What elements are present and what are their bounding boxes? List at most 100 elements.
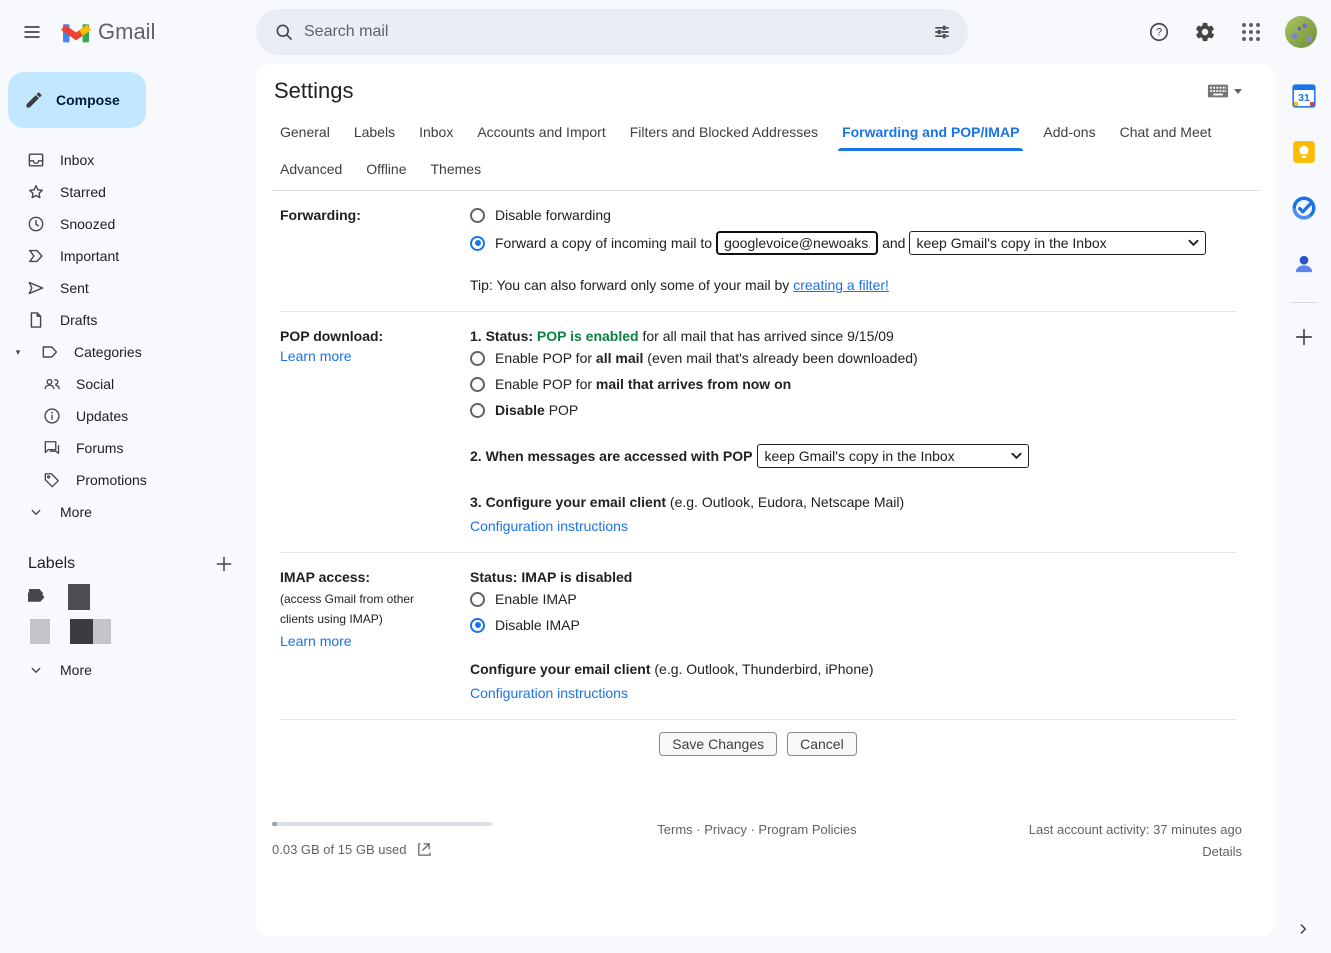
draft-icon [26, 310, 46, 330]
create-label-button[interactable] [214, 554, 234, 574]
tab-labels[interactable]: Labels [346, 114, 403, 151]
tasks-app-button[interactable] [1284, 188, 1324, 228]
search-bar[interactable] [256, 9, 968, 55]
tab-add-ons[interactable]: Add-ons [1035, 114, 1103, 151]
imap-configuration-instructions-link[interactable]: Configuration instructions [470, 683, 628, 703]
sidebar-item-forums[interactable]: Forums [0, 432, 256, 464]
categories-expand-icon[interactable]: ▾ [10, 347, 26, 358]
sidebar-item-drafts[interactable]: Drafts [0, 304, 256, 336]
sidebar-item-sent[interactable]: Sent [0, 272, 256, 304]
tab-themes[interactable]: Themes [423, 151, 490, 188]
tab-inbox[interactable]: Inbox [411, 114, 461, 151]
search-options-button[interactable] [922, 12, 962, 52]
radio-checked-icon [470, 236, 485, 251]
account-activity: Last account activity: 37 minutes ago De… [919, 818, 1242, 859]
sidebar-item-label: Important [60, 248, 119, 264]
input-tools-selector[interactable] [1207, 83, 1242, 99]
pop-enable-now-option[interactable]: Enable POP for mail that arrives from no… [470, 374, 1236, 394]
chevron-right-icon [1296, 922, 1310, 936]
chevron-down-icon [26, 502, 46, 522]
imap-learn-more-link[interactable]: Learn more [280, 633, 352, 649]
sidebar-item-important[interactable]: Important [0, 240, 256, 272]
svg-text:31: 31 [1298, 93, 1310, 104]
gear-icon [1194, 21, 1216, 43]
google-apps-button[interactable] [1231, 12, 1271, 52]
sidebar-item-inbox[interactable]: Inbox [0, 144, 256, 176]
forward-action-select[interactable]: keep Gmail's copy in the Inbox [909, 231, 1206, 255]
sidebar-item-more[interactable]: More [0, 496, 256, 528]
labels-title: Labels [28, 555, 75, 573]
sidebar-item-starred[interactable]: Starred [0, 176, 256, 208]
creating-filter-link[interactable]: creating a filter! [793, 277, 889, 293]
tab-offline[interactable]: Offline [358, 151, 414, 188]
pop-action-select[interactable]: keep Gmail's copy in the Inbox [757, 444, 1029, 468]
label-name-redacted [68, 584, 90, 610]
gmail-logo[interactable]: Gmail [60, 19, 155, 45]
imap-sublabel: (access Gmail from other clients using I… [280, 589, 450, 629]
tab-chat-and-meet[interactable]: Chat and Meet [1112, 114, 1220, 151]
save-changes-button[interactable]: Save Changes [659, 732, 777, 756]
support-button[interactable]: ? [1139, 12, 1179, 52]
labels-header: Labels [0, 548, 256, 580]
radio-unchecked-icon [470, 351, 485, 366]
topbar-left: Gmail [0, 12, 256, 52]
disable-forwarding-option[interactable]: Disable forwarding [470, 205, 1236, 225]
star-icon [26, 182, 46, 202]
calendar-app-button[interactable]: 31 [1284, 76, 1324, 116]
external-link-icon[interactable] [416, 842, 431, 857]
forward-address-select[interactable]: googlevoice@newoaks.a [716, 231, 878, 255]
pop-configuration-instructions-link[interactable]: Configuration instructions [470, 516, 628, 536]
pop-disable-option[interactable]: Disable POP [470, 400, 1236, 420]
side-panel-rail: 31 [1276, 64, 1331, 953]
main-menu-button[interactable] [12, 12, 52, 52]
imap-disable-option[interactable]: Disable IMAP [470, 615, 1236, 635]
label-item[interactable] [0, 614, 256, 648]
sidebar-item-social[interactable]: Social [0, 368, 256, 400]
show-side-panel-button[interactable] [1291, 917, 1315, 941]
get-add-ons-button[interactable] [1284, 317, 1324, 357]
tab-general[interactable]: General [272, 114, 338, 151]
labels-more-label: More [60, 662, 92, 678]
compose-button[interactable]: Compose [8, 72, 146, 128]
pop-learn-more-link[interactable]: Learn more [280, 348, 352, 364]
pop-download-section: POP download: Learn more 1. Status: POP … [280, 312, 1236, 553]
pop-enable-all-option[interactable]: Enable POP for all mail (even mail that'… [470, 348, 1236, 368]
keep-app-button[interactable] [1284, 132, 1324, 172]
search-input[interactable] [304, 23, 922, 41]
tab-forwarding-and-pop-imap[interactable]: Forwarding and POP/IMAP [834, 114, 1027, 151]
label-item[interactable] [0, 580, 256, 614]
tag-icon [42, 470, 62, 490]
people-icon [42, 374, 62, 394]
sidebar-item-categories[interactable]: ▾ Categories [0, 336, 256, 368]
imap-access-label: IMAP access: [280, 569, 370, 585]
chat-icon [42, 438, 62, 458]
sidebar-item-promotions[interactable]: Promotions [0, 464, 256, 496]
forward-copy-option[interactable]: Forward a copy of incoming mail to googl… [470, 231, 1236, 255]
cancel-button[interactable]: Cancel [787, 732, 857, 756]
account-avatar[interactable] [1285, 16, 1317, 48]
storage-info: 0.03 GB of 15 GB used [272, 818, 595, 859]
apps-grid-icon [1242, 23, 1260, 41]
details-link[interactable]: Details [919, 844, 1242, 859]
tab-filters-and-blocked-addresses[interactable]: Filters and Blocked Addresses [622, 114, 826, 151]
add-icon [1293, 326, 1315, 348]
storage-meter [272, 822, 492, 826]
help-icon: ? [1148, 21, 1170, 43]
sidebar-item-snoozed[interactable]: Snoozed [0, 208, 256, 240]
tab-advanced[interactable]: Advanced [272, 151, 350, 188]
last-activity-text: Last account activity: 37 minutes ago [1029, 822, 1242, 837]
sidebar-item-label: Snoozed [60, 216, 115, 232]
sidebar-item-label: Sent [60, 280, 89, 296]
tab-accounts-and-import[interactable]: Accounts and Import [469, 114, 613, 151]
forwarding-tip: Tip: You can also forward only some of y… [470, 277, 793, 293]
footer-links[interactable]: Terms · Privacy · Program Policies [595, 818, 918, 859]
sidebar-item-label: Social [76, 376, 114, 392]
chevron-down-icon [1011, 452, 1022, 460]
labels-more[interactable]: More [0, 654, 256, 686]
settings-button[interactable] [1185, 12, 1225, 52]
sidebar-item-updates[interactable]: Updates [0, 400, 256, 432]
contacts-app-button[interactable] [1284, 244, 1324, 284]
imap-enable-option[interactable]: Enable IMAP [470, 589, 1236, 609]
label-icon-redacted [30, 619, 50, 644]
search-button[interactable] [264, 12, 304, 52]
